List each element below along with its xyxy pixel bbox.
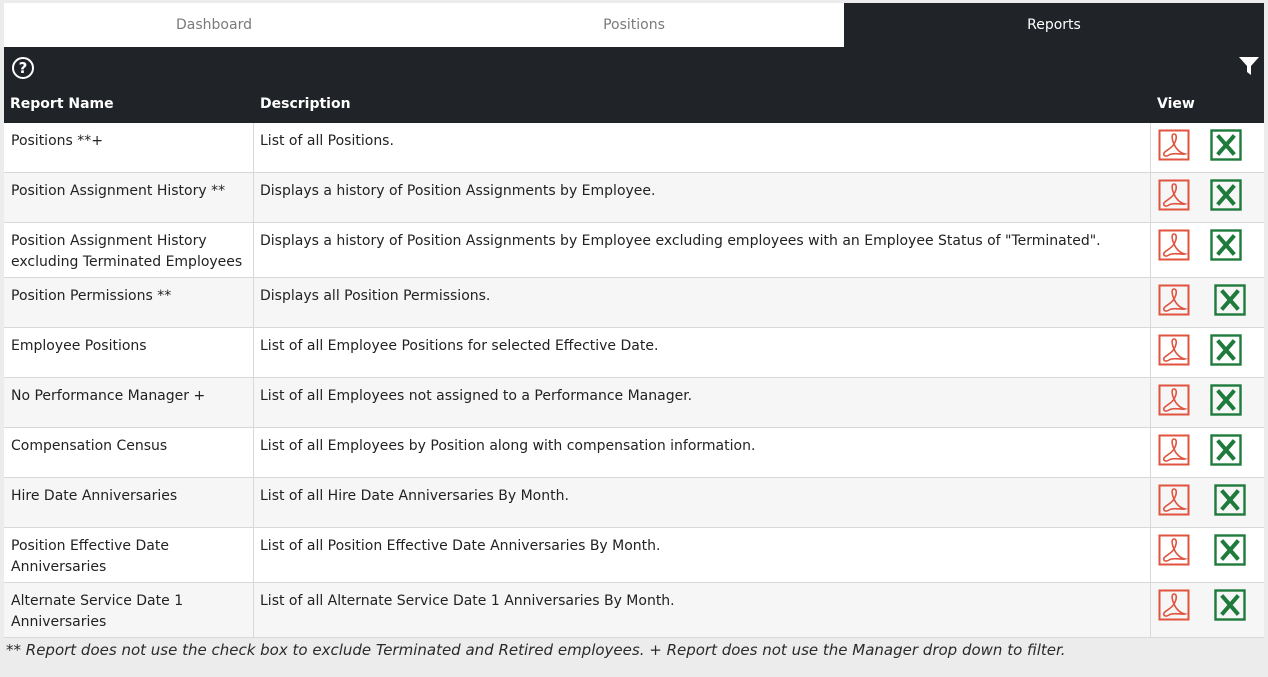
view-cell [1151,378,1264,427]
report-description: List of all Positions. [254,123,1151,172]
table-row: Employee Positions List of all Employee … [4,328,1264,378]
table-row: Hire Date Anniversaries List of all Hire… [4,478,1264,528]
view-cell [1151,328,1264,377]
view-cell [1151,173,1264,222]
reports-toolbar: ? [4,47,1264,92]
reports-table-body: Positions **+ List of all Positions. Pos… [4,123,1264,638]
table-row: Position Permissions ** Displays all Pos… [4,278,1264,328]
view-cell [1151,123,1264,172]
report-description: List of all Employees by Position along … [254,428,1151,477]
excel-icon[interactable] [1210,334,1242,366]
report-footnote: ** Report does not use the check box to … [6,641,1066,659]
pdf-icon[interactable] [1158,534,1190,566]
excel-icon[interactable] [1210,434,1242,466]
report-description: Displays a history of Position Assignmen… [254,173,1151,222]
report-name: No Performance Manager + [4,378,254,427]
excel-icon[interactable] [1210,179,1242,211]
report-description: List of all Employees not assigned to a … [254,378,1151,427]
report-name: Employee Positions [4,328,254,377]
report-name: Alternate Service Date 1 Anniversaries [4,583,254,637]
tab-reports[interactable]: Reports [844,3,1264,47]
tab-dashboard[interactable]: Dashboard [4,3,424,47]
question-circle-icon[interactable]: ? [12,57,34,79]
view-cell [1151,478,1264,527]
tab-positions[interactable]: Positions [424,3,844,47]
table-row: Position Assignment History excluding Te… [4,223,1264,278]
filter-icon[interactable] [1238,55,1260,77]
report-description: List of all Hire Date Anniversaries By M… [254,478,1151,527]
pdf-icon[interactable] [1158,129,1190,161]
pdf-icon[interactable] [1158,229,1190,261]
report-name: Position Effective Date Anniversaries [4,528,254,582]
report-description: Displays all Position Permissions. [254,278,1151,327]
column-header-description[interactable]: Description [254,92,1151,123]
table-row: Alternate Service Date 1 Anniversaries L… [4,583,1264,638]
report-name: Position Permissions ** [4,278,254,327]
table-row: Position Assignment History ** Displays … [4,173,1264,223]
report-name: Position Assignment History ** [4,173,254,222]
excel-icon[interactable] [1214,484,1246,516]
excel-icon[interactable] [1210,129,1242,161]
column-header-report-name[interactable]: Report Name [4,92,254,123]
report-name: Position Assignment History excluding Te… [4,223,254,277]
view-cell [1151,428,1264,477]
tab-bar: Dashboard Positions Reports [4,3,1264,47]
table-row: Positions **+ List of all Positions. [4,123,1264,173]
report-name: Hire Date Anniversaries [4,478,254,527]
pdf-icon[interactable] [1158,179,1190,211]
excel-icon[interactable] [1214,589,1246,621]
table-header: Report Name Description View [4,92,1264,123]
table-row: No Performance Manager + List of all Emp… [4,378,1264,428]
report-description: Displays a history of Position Assignmen… [254,223,1151,277]
pdf-icon[interactable] [1158,484,1190,516]
report-description: List of all Alternate Service Date 1 Ann… [254,583,1151,637]
view-cell [1151,528,1264,582]
pdf-icon[interactable] [1158,589,1190,621]
excel-icon[interactable] [1214,284,1246,316]
column-header-view: View [1157,96,1195,112]
view-cell [1151,583,1264,637]
report-name: Compensation Census [4,428,254,477]
excel-icon[interactable] [1210,384,1242,416]
reports-panel: ? Report Name Description View Positions… [4,47,1264,638]
pdf-icon[interactable] [1158,284,1190,316]
report-description: List of all Position Effective Date Anni… [254,528,1151,582]
report-name: Positions **+ [4,123,254,172]
pdf-icon[interactable] [1158,334,1190,366]
table-row: Position Effective Date Anniversaries Li… [4,528,1264,583]
report-description: List of all Employee Positions for selec… [254,328,1151,377]
view-cell [1151,278,1264,327]
excel-icon[interactable] [1210,229,1242,261]
pdf-icon[interactable] [1158,384,1190,416]
excel-icon[interactable] [1214,534,1246,566]
pdf-icon[interactable] [1158,434,1190,466]
view-cell [1151,223,1264,277]
table-row: Compensation Census List of all Employee… [4,428,1264,478]
